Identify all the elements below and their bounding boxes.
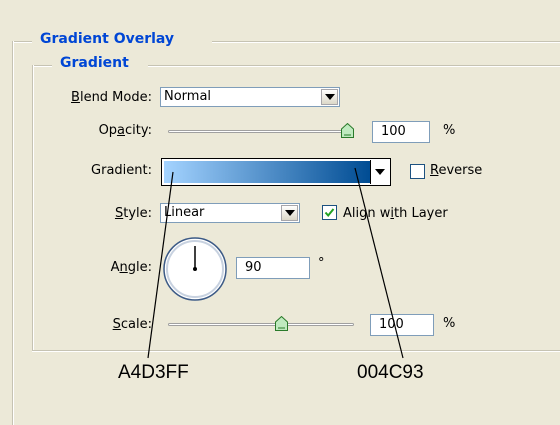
gradient-swatch[interactable] [164, 161, 370, 183]
inner-group-left-line [32, 65, 34, 350]
reverse-label[interactable]: Reverse [430, 163, 482, 178]
style-select[interactable]: Linear [160, 203, 300, 223]
chevron-down-icon [324, 94, 335, 100]
style-label: Style: [114, 206, 152, 221]
outer-group-title: Gradient Overlay [34, 31, 181, 47]
outer-group-top-right-line [212, 41, 560, 43]
end-color-annotation: 004C93 [357, 362, 424, 383]
angle-dial[interactable] [162, 236, 228, 302]
opacity-slider-track[interactable] [168, 130, 354, 133]
opacity-label: Opacity: [98, 123, 152, 138]
outer-group-left-line [12, 41, 14, 425]
blend-mode-dropdown-button[interactable] [321, 89, 338, 105]
style-dropdown-button[interactable] [281, 205, 298, 221]
scale-label: Scale: [112, 317, 152, 332]
angle-label: Angle: [110, 260, 152, 275]
scale-unit: % [443, 316, 456, 331]
opacity-unit: % [443, 123, 456, 138]
gradient-label: Gradient: [91, 163, 152, 178]
blend-mode-select[interactable]: Normal [160, 87, 340, 107]
scale-input[interactable]: 100 [370, 314, 434, 336]
chevron-down-icon [284, 210, 295, 216]
align-with-layer-label[interactable]: Align with Layer [343, 206, 448, 221]
opacity-slider-thumb[interactable] [341, 123, 354, 138]
scale-slider-thumb[interactable] [275, 316, 289, 331]
checkmark-icon [324, 208, 335, 218]
angle-unit: ° [318, 256, 325, 271]
opacity-input[interactable]: 100 [372, 121, 430, 143]
start-color-annotation: A4D3FF [118, 362, 189, 383]
style-value: Linear [164, 205, 205, 220]
gradient-picker[interactable] [161, 158, 391, 186]
scale-slider-track[interactable] [168, 323, 354, 326]
outer-group-top-left-line [12, 41, 32, 43]
reverse-checkbox[interactable] [410, 164, 425, 179]
inner-group-top-right-line [148, 65, 560, 67]
angle-input[interactable]: 90 [236, 257, 310, 279]
chevron-down-icon [375, 169, 385, 175]
inner-group-top-left-line [32, 65, 52, 67]
blend-mode-label: Blend Mode: [71, 90, 152, 105]
gradient-dropdown-button[interactable] [370, 160, 389, 184]
inner-group-title: Gradient [54, 55, 135, 71]
inner-group-bottom-line [32, 350, 560, 352]
align-with-layer-checkbox[interactable] [322, 205, 337, 220]
blend-mode-value: Normal [164, 89, 212, 104]
